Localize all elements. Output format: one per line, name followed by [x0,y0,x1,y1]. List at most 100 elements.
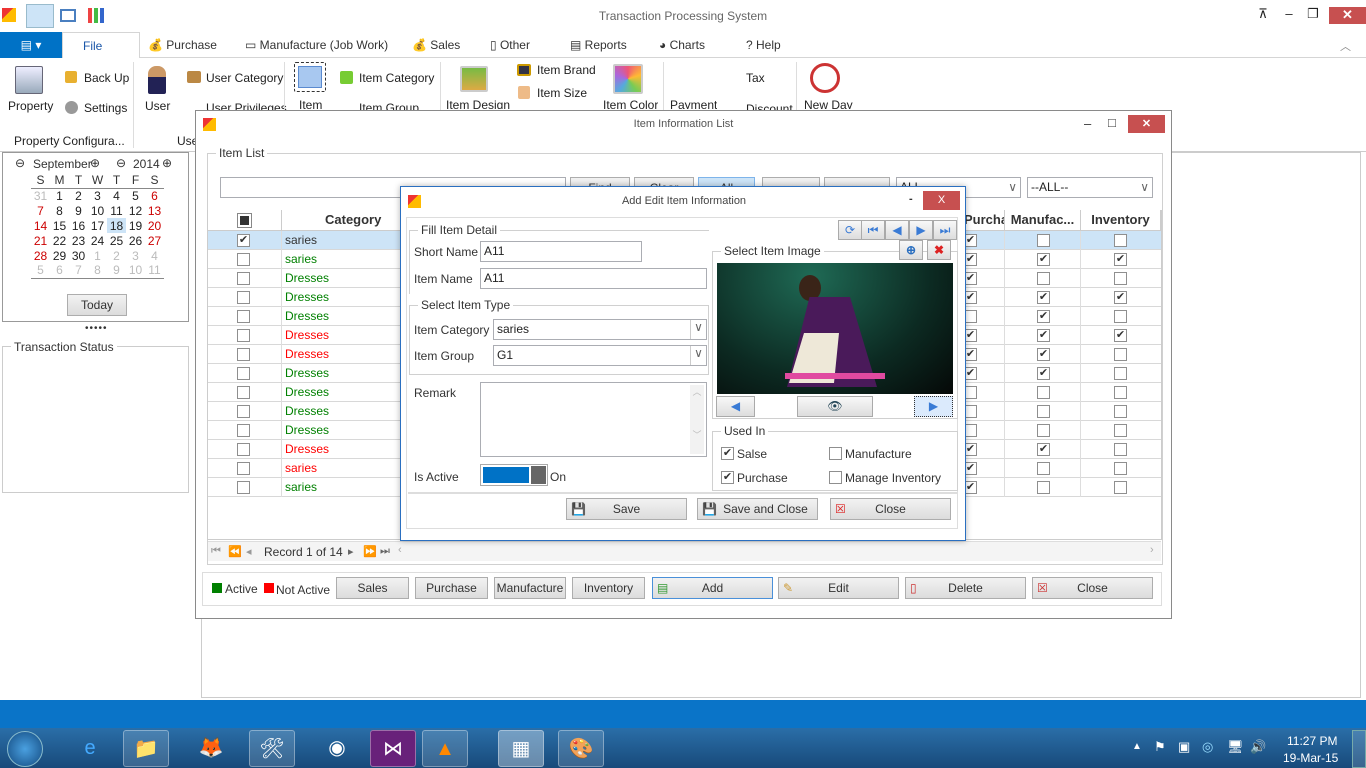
app-menu-button[interactable]: ▤ ▾ [0,32,62,58]
next-page-button[interactable]: ⏩ [363,545,377,558]
dialog-close-button[interactable]: X [923,191,960,210]
calendar-day[interactable]: 15 [50,218,69,233]
item-size-button[interactable]: Item Size [537,86,587,100]
calendar-day[interactable]: 11 [107,203,126,218]
tab-reports[interactable]: ▤ Reports [570,38,627,52]
manufacture-checkbox[interactable]: ✔ [1037,310,1050,323]
calendar-day[interactable]: 19 [126,218,145,233]
vlc-icon[interactable]: ▲ [422,730,468,767]
splitter-handle[interactable]: ••••• [85,323,108,334]
tab-charts[interactable]: ◕ Charts [659,38,705,52]
tab-help[interactable]: ? Help [746,38,781,52]
tax-button[interactable]: Tax [746,71,765,85]
short-name-input[interactable]: A11 [480,241,642,262]
edit-button[interactable]: ✎ Edit [778,577,899,599]
manufacture-checkbox[interactable]: ✔ [1037,329,1050,342]
remark-textarea[interactable]: ︿ ﹀ [480,382,707,457]
transaction-app-icon[interactable]: ▦ [498,730,544,767]
inventory-button[interactable]: Inventory [572,577,645,599]
manage-inventory-checkbox[interactable] [829,471,842,484]
is-active-toggle[interactable] [480,464,548,486]
inventory-checkbox[interactable] [1114,272,1127,285]
calendar-day[interactable]: 25 [107,233,126,248]
calendar-day[interactable]: 11 [145,263,164,279]
action-center-icon[interactable]: ⚑ [1154,739,1166,755]
row-select-checkbox[interactable] [237,310,250,323]
row-select-checkbox[interactable] [237,367,250,380]
select-all-checkbox[interactable] [237,213,252,228]
manufacture-checkbox[interactable] [1037,405,1050,418]
sales-button[interactable]: Sales [336,577,409,599]
item-category-button[interactable]: Item Category [359,71,434,85]
user-privileges-button[interactable]: User Privileges [206,101,287,110]
restore-button[interactable]: ❐ [1302,6,1324,24]
manufacture-checkbox[interactable] [1037,234,1050,247]
manufacture-checkbox[interactable] [1037,272,1050,285]
clock-time[interactable]: 11:27 PM [1287,734,1337,748]
add-image-button[interactable]: ⊕ [899,240,923,260]
purchase-checkbox[interactable]: ✔ [721,471,734,484]
manufacture-checkbox[interactable] [1037,481,1050,494]
calendar-day[interactable]: 5 [31,263,50,279]
column-category-name[interactable]: Category Name [282,210,402,247]
row-select-checkbox[interactable] [237,462,250,475]
manufacture-checkbox[interactable]: ✔ [1037,443,1050,456]
row-select-checkbox[interactable]: ✔ [237,234,250,247]
next-record-button[interactable]: ▸ [348,545,354,558]
calendar-day[interactable]: 6 [50,263,69,279]
remark-scrollbar[interactable]: ︿ ﹀ [690,385,704,454]
item-category-dropdown[interactable]: saries ∨ [493,319,707,340]
calendar-day[interactable]: 14 [31,218,50,233]
row-select-checkbox[interactable] [237,291,250,304]
calendar-day[interactable]: 9 [69,203,88,218]
calendar-day[interactable]: 3 [88,188,107,203]
calendar-day[interactable]: 2 [107,248,126,263]
prev-item-button[interactable]: ◀ [885,220,909,240]
calendar-day[interactable]: 12 [126,203,145,218]
select-all-header[interactable] [208,210,282,231]
inventory-checkbox[interactable] [1114,462,1127,475]
close-button[interactable]: ✕ [1329,7,1366,24]
prev-month-button[interactable]: ⊖ [15,156,25,170]
next-item-button[interactable]: ▶ [909,220,933,240]
calendar-day[interactable]: 23 [69,233,88,248]
calendar-day[interactable]: 26 [126,233,145,248]
column-purchase[interactable]: Purchase [964,210,1005,231]
discount-button[interactable]: Discount [746,102,793,110]
calendar-day[interactable]: 9 [107,263,126,279]
calendar-day[interactable]: 1 [50,188,69,203]
inventory-checkbox[interactable] [1114,367,1127,380]
calendar-day[interactable]: 17 [88,218,107,233]
column-manufacture[interactable]: Manufac... [1005,210,1081,231]
today-button[interactable]: Today [67,294,127,316]
item-design-button[interactable]: Item Design [446,98,510,109]
row-select-checkbox[interactable] [237,424,250,437]
tray-app-icon[interactable]: ◎ [1202,739,1213,755]
manufacture-checkbox[interactable] [829,447,842,460]
row-select-checkbox[interactable] [237,405,250,418]
manufacture-checkbox[interactable] [1037,424,1050,437]
item-name-input[interactable]: A11 [480,268,707,289]
next-month-button[interactable]: ⊕ [90,156,100,170]
prev-page-button[interactable]: ⏪ [228,545,242,558]
chrome-icon[interactable]: ◉ [314,730,360,767]
inventory-checkbox[interactable] [1114,348,1127,361]
tools-icon[interactable]: 🛠 [249,730,295,767]
collapse-ribbon-icon[interactable]: ︿ [1340,38,1351,54]
manufacture-checkbox[interactable]: ✔ [1037,291,1050,304]
calendar-day[interactable]: 18 [107,218,126,233]
calendar-day[interactable]: 1 [88,248,107,263]
save-and-close-button[interactable]: 💾 Save and Close [697,498,818,520]
column-inventory[interactable]: Inventory [1081,210,1161,231]
minimize-button[interactable]: – [1278,6,1300,24]
next-year-button[interactable]: ⊕ [162,156,172,170]
calendar-day[interactable]: 22 [50,233,69,248]
user-category-button[interactable]: User Category [206,71,283,85]
tab-purchase[interactable]: 💰 Purchase [148,38,217,52]
last-item-button[interactable]: ⏭ [933,220,957,240]
calendar-day[interactable]: 28 [31,248,50,263]
calendar-day[interactable]: 24 [88,233,107,248]
refresh-button[interactable]: ⟳ [838,220,862,240]
scroll-right-button[interactable]: › [1150,544,1154,556]
inventory-checkbox[interactable] [1114,424,1127,437]
